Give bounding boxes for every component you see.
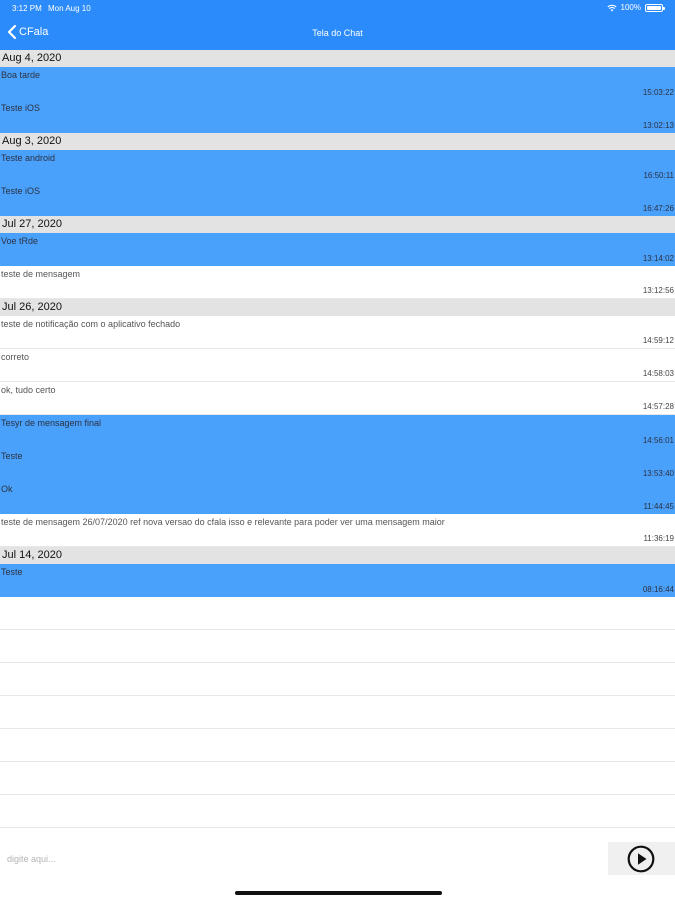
message-text: Teste: [1, 451, 23, 461]
sent-message-row[interactable]: Ok 11:44:45: [0, 481, 675, 514]
message-text: teste de notificação com o aplicativo fe…: [1, 319, 181, 329]
received-message-row[interactable]: teste de notificação com o aplicativo fe…: [0, 316, 675, 349]
message-timestamp: 13:12:56: [642, 286, 674, 295]
send-button[interactable]: [627, 845, 655, 873]
date-section-header: Jul 26, 2020: [0, 299, 675, 316]
message-timestamp: 08:16:44: [642, 585, 674, 594]
message-text: Tesyr de mensagem final: [1, 418, 102, 428]
message-input[interactable]: [0, 842, 608, 875]
page-title: Tela do Chat: [312, 28, 363, 38]
message-text: Voe tRde: [1, 236, 39, 246]
message-text: correto: [1, 352, 30, 362]
empty-row: [0, 597, 675, 630]
sent-message-row[interactable]: Boa tarde 15:03:22: [0, 67, 675, 100]
message-timestamp: 16:47:26: [642, 204, 674, 213]
status-bar: 3:12 PM Mon Aug 10 100%: [0, 0, 675, 18]
sent-message-row[interactable]: Teste iOS 13:02:13: [0, 100, 675, 133]
message-text: Teste iOS: [1, 186, 41, 196]
empty-row: [0, 762, 675, 795]
received-message-row[interactable]: correto 14:58:03: [0, 349, 675, 382]
message-timestamp: 14:57:28: [642, 402, 674, 411]
home-indicator: [235, 891, 442, 895]
sent-message-row[interactable]: Teste 08:16:44: [0, 564, 675, 597]
received-message-row[interactable]: teste de mensagem 26/07/2020 ref nova ve…: [0, 514, 675, 547]
date-section-header: Aug 3, 2020: [0, 133, 675, 150]
battery-icon: [645, 3, 665, 12]
received-message-row[interactable]: teste de mensagem 13:12:56: [0, 266, 675, 299]
message-text: Teste android: [1, 153, 56, 163]
empty-row: [0, 729, 675, 762]
play-circle-icon: [627, 845, 655, 873]
empty-row: [0, 630, 675, 663]
sent-message-row[interactable]: Tesyr de mensagem final 14:56:01: [0, 415, 675, 448]
message-timestamp: 14:56:01: [642, 436, 674, 445]
status-date: Mon Aug 10: [48, 4, 91, 13]
navigation-bar: CFala Tela do Chat: [0, 20, 675, 48]
message-timestamp: 15:03:22: [642, 88, 674, 97]
sent-message-row[interactable]: Teste iOS 16:47:26: [0, 183, 675, 216]
wifi-icon: [606, 4, 617, 11]
empty-row: [0, 795, 675, 828]
message-timestamp: 14:58:03: [642, 369, 674, 378]
sent-message-row[interactable]: Teste 13:53:40: [0, 448, 675, 481]
empty-row: [0, 696, 675, 729]
date-section-header: Jul 14, 2020: [0, 547, 675, 564]
message-text: Boa tarde: [1, 70, 41, 80]
message-timestamp: 11:44:45: [643, 502, 674, 511]
message-composer: [0, 842, 675, 875]
message-timestamp: 14:59:12: [642, 336, 674, 345]
chat-message-list[interactable]: Aug 4, 2020 Boa tarde 15:03:22 Teste iOS 13:…: [0, 50, 675, 828]
message-timestamp: 13:53:40: [642, 469, 674, 478]
message-text: Teste iOS: [1, 103, 41, 113]
message-timestamp: 13:02:13: [642, 121, 674, 130]
message-timestamp: 13:14:02: [642, 254, 674, 263]
message-text: Ok: [1, 484, 13, 494]
message-timestamp: 16:50:11: [643, 171, 674, 180]
sent-message-row[interactable]: Teste android 16:50:11: [0, 150, 675, 183]
status-right: 100%: [606, 3, 665, 12]
date-section-header: Jul 27, 2020: [0, 216, 675, 233]
message-text: teste de mensagem 26/07/2020 ref nova ve…: [1, 517, 445, 527]
date-section-header: Aug 4, 2020: [0, 50, 675, 67]
message-text: teste de mensagem: [1, 269, 81, 279]
battery-percent: 100%: [620, 3, 641, 12]
message-timestamp: 11:36:19: [643, 534, 674, 543]
send-area: [608, 842, 675, 875]
status-time: 3:12 PM: [12, 4, 42, 13]
message-text: ok, tudo certo: [1, 385, 56, 395]
top-bar: 3:12 PM Mon Aug 10 100% CFala Tela do Ch…: [0, 0, 675, 50]
empty-row: [0, 663, 675, 696]
message-text: Teste: [1, 567, 23, 577]
received-message-row[interactable]: ok, tudo certo 14:57:28: [0, 382, 675, 415]
sent-message-row[interactable]: Voe tRde 13:14:02: [0, 233, 675, 266]
